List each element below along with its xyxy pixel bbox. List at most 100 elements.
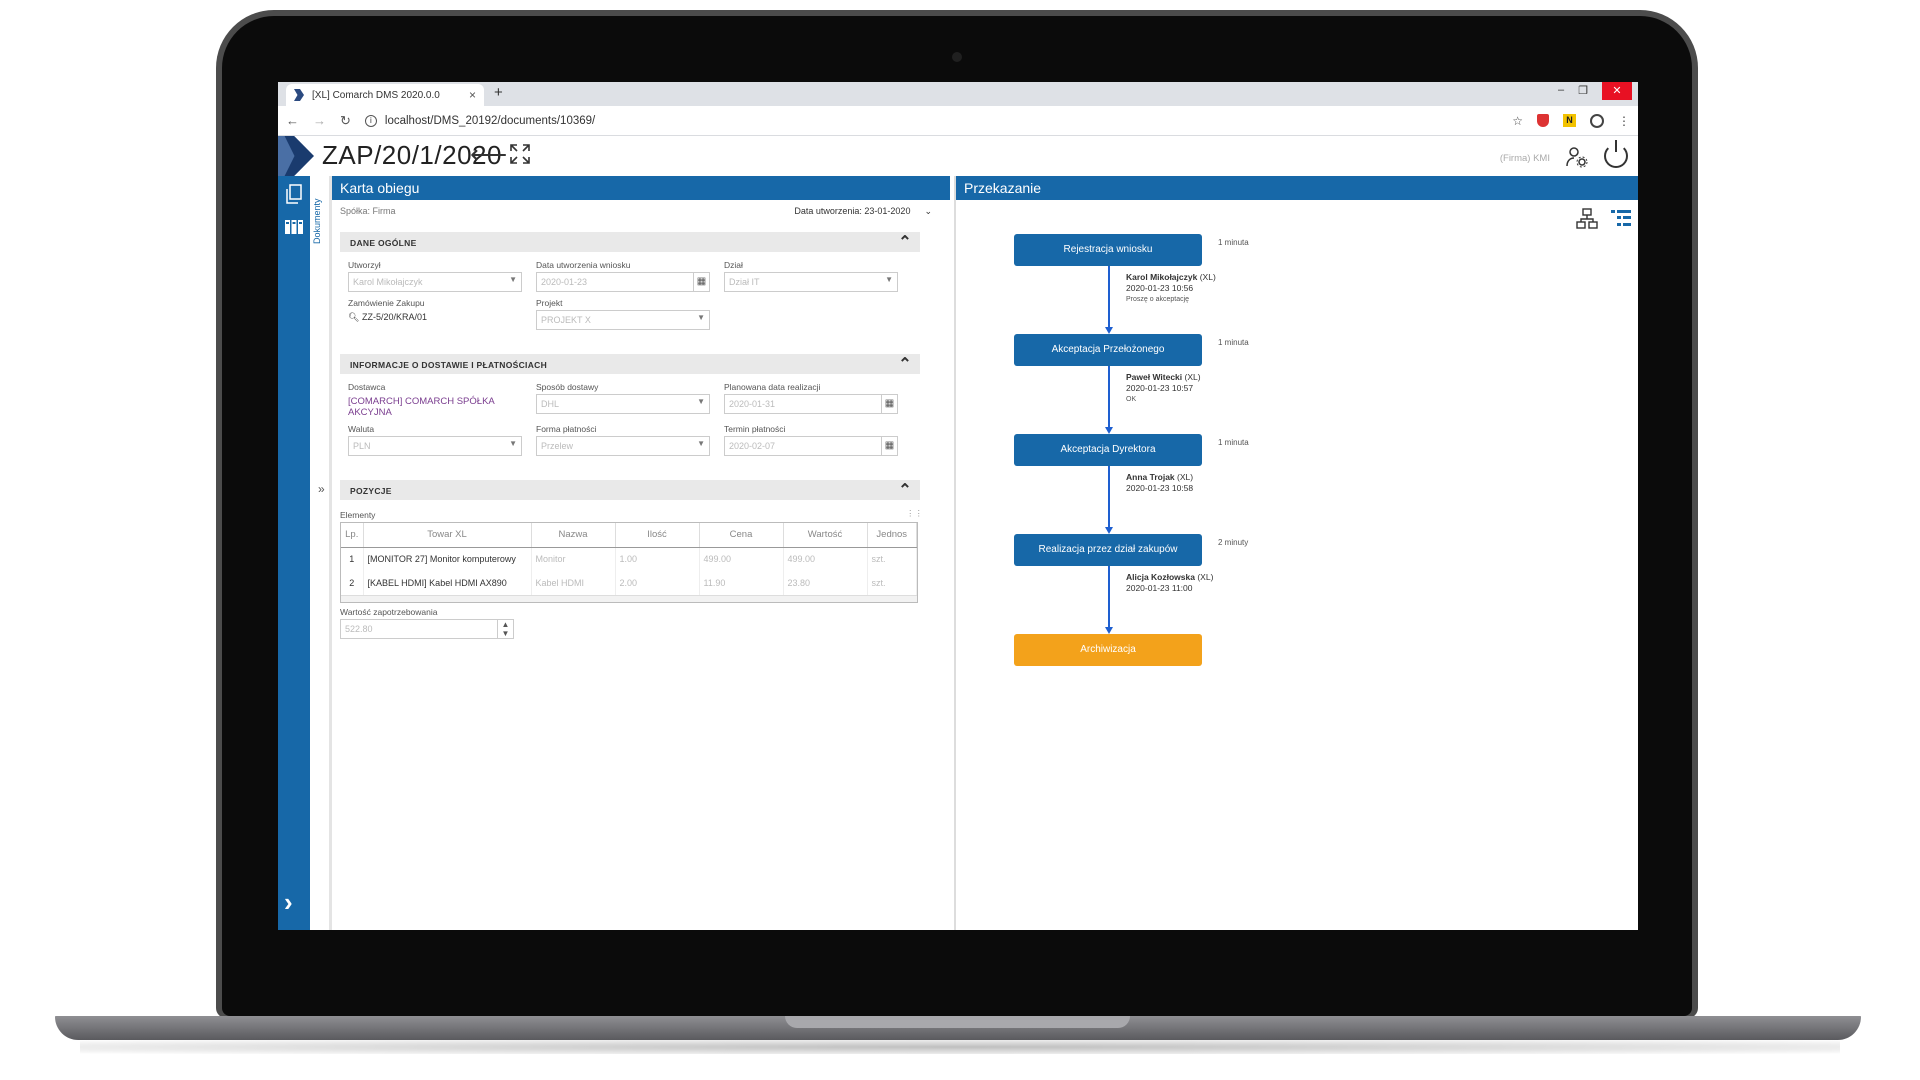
collapse-chevron-icon[interactable]: ⌃ xyxy=(898,354,912,374)
projekt-select[interactable]: PROJEKT X ▼ xyxy=(536,310,710,330)
column-header[interactable]: Jednos xyxy=(867,523,917,548)
dostawca-link[interactable]: [COMARCH] COMARCH SPÓŁKA AKCYJNA xyxy=(348,394,536,418)
dropdown-arrow-icon: ▼ xyxy=(509,439,517,448)
step-rejestracja[interactable]: Rejestracja wniosku xyxy=(1014,234,1202,266)
table-row[interactable]: 2 [KABEL HDMI] Kabel HDMI AX890 Kabel HD… xyxy=(341,571,917,595)
user-settings-icon[interactable] xyxy=(1566,146,1588,168)
data-wniosku-input[interactable]: 2020-01-23 ▦ xyxy=(536,272,710,292)
horizontal-scrollbar[interactable] xyxy=(341,595,917,602)
field-value: 2020-02-07 xyxy=(729,441,776,451)
reload-icon[interactable]: ↻ xyxy=(340,113,351,129)
cell-nazwa[interactable]: Monitor xyxy=(531,547,616,571)
section-header[interactable]: INFORMACJE O DOSTAWIE I PŁATNOŚCIACH ⌃ xyxy=(340,354,920,374)
cell-nazwa[interactable]: Kabel HDMI xyxy=(531,571,616,595)
step-akceptacja-przelozonego[interactable]: Akceptacja Przełożonego xyxy=(1014,334,1202,366)
step-details: Paweł Witecki (XL) 2020-01-23 10:57 OK xyxy=(1126,372,1201,405)
column-header[interactable]: Ilość xyxy=(615,523,700,548)
forma-platnosci-select[interactable]: Przelew ▼ xyxy=(536,436,710,456)
field-label: Waluta xyxy=(348,424,375,434)
camera-icon xyxy=(952,52,962,62)
laptop-notch xyxy=(785,1016,1130,1028)
waluta-select[interactable]: PLN ▼ xyxy=(348,436,522,456)
column-header[interactable]: Wartość xyxy=(783,523,868,548)
sposob-dostawy-select[interactable]: DHL ▼ xyxy=(536,394,710,414)
profile-icon[interactable] xyxy=(1590,113,1604,128)
cell-towar[interactable]: [KABEL HDMI] Kabel HDMI AX890 xyxy=(363,571,532,595)
url-text: localhost/DMS_20192/documents/10369/ xyxy=(384,114,596,127)
calendar-icon[interactable]: ▦ xyxy=(881,437,897,455)
url-field[interactable]: i localhost/DMS_20192/documents/10369/ xyxy=(364,114,1498,127)
vertical-tab-label: Dokumenty xyxy=(312,198,322,244)
field-value: DHL xyxy=(541,399,560,409)
power-icon[interactable] xyxy=(1604,140,1628,168)
cell-ilosc[interactable]: 1.00 xyxy=(615,547,700,571)
cell-cena[interactable]: 11.90 xyxy=(699,571,784,595)
bookmark-star-icon[interactable]: ☆ xyxy=(1512,114,1523,128)
planowana-data-input[interactable]: 2020-01-31 ▦ xyxy=(724,394,898,414)
close-window-icon[interactable]: ✕ xyxy=(1602,82,1632,100)
info-icon[interactable]: i xyxy=(364,114,377,127)
flow-arrow xyxy=(1105,566,1112,634)
cell-cena[interactable]: 499.00 xyxy=(699,547,784,571)
step-realizacja[interactable]: Realizacja przez dział zakupów xyxy=(1014,534,1202,566)
section-dostawa: INFORMACJE O DOSTAWIE I PŁATNOŚCIACH ⌃ D… xyxy=(340,354,920,462)
utworzyl-select[interactable]: Karol Mikołajczyk ▼ xyxy=(348,272,522,292)
n-extension-icon[interactable]: N xyxy=(1563,114,1576,127)
cell-towar[interactable]: [MONITOR 27] Monitor komputerowy xyxy=(363,547,532,571)
zamowienie-link[interactable]: 🔍︎ ZZ-5/20/KRA/01 xyxy=(348,310,536,323)
cell-wartosc[interactable]: 499.00 xyxy=(783,547,868,571)
documents-icon[interactable] xyxy=(286,184,302,204)
back-icon[interactable]: ← xyxy=(286,113,299,128)
field-label: Utworzył xyxy=(348,260,381,270)
browser-tab[interactable]: [XL] Comarch DMS 2020.0.0 × xyxy=(286,84,484,106)
tab-close-icon[interactable]: × xyxy=(469,88,476,102)
collapse-chevron-icon[interactable]: ⌃ xyxy=(898,232,912,252)
column-header[interactable]: Nazwa xyxy=(531,523,616,548)
karta-title: Karta obiegu xyxy=(332,176,950,200)
column-header[interactable]: Cena xyxy=(699,523,784,548)
wartosc-zapotrzebowania-input[interactable]: 522.80 ▲ ▼ xyxy=(340,619,514,639)
stepper-icon[interactable]: ▲ ▼ xyxy=(497,620,513,638)
cell-wartosc[interactable]: 23.80 xyxy=(783,571,868,595)
documents-vertical-tab[interactable]: Dokumenty xyxy=(310,176,330,930)
cell-ilosc[interactable]: 2.00 xyxy=(615,571,700,595)
column-header[interactable]: Lp. xyxy=(341,523,364,548)
column-header[interactable]: Towar XL xyxy=(363,523,532,548)
column-settings-icon[interactable]: ⋮⋮ xyxy=(906,508,923,519)
forward-icon[interactable]: → xyxy=(313,113,326,128)
shield-extension-icon[interactable] xyxy=(1537,114,1549,127)
field-zamowienie: Zamówienie Zakupu 🔍︎ ZZ-5/20/KRA/01 xyxy=(348,298,536,330)
cell-jednostka[interactable]: szt. xyxy=(867,547,917,571)
new-tab-button[interactable]: + xyxy=(494,84,503,101)
step-duration: 2 minuty xyxy=(1218,538,1249,547)
columns-icon[interactable] xyxy=(285,220,303,234)
calendar-icon[interactable]: ▦ xyxy=(693,273,709,291)
menu-dots-icon[interactable]: ⋮ xyxy=(1618,114,1630,128)
step-user-suffix: (XL) xyxy=(1184,372,1201,382)
table-row[interactable]: 1 [MONITOR 27] Monitor komputerowy Monit… xyxy=(341,547,917,571)
step-date: 2020-01-23 10:58 xyxy=(1126,483,1194,493)
step-archiwizacja[interactable]: Archiwizacja xyxy=(1014,634,1202,666)
expand-nav-chevron-icon[interactable]: › xyxy=(284,887,293,918)
step-user-suffix: (XL) xyxy=(1177,472,1194,482)
fullscreen-icon[interactable] xyxy=(510,144,530,164)
field-value: Dział IT xyxy=(729,277,760,287)
cell-jednostka[interactable]: szt. xyxy=(867,571,917,595)
step-akceptacja-dyrektora[interactable]: Akceptacja Dyrektora xyxy=(1014,434,1202,466)
expand-details-icon[interactable]: ⌄ xyxy=(924,206,932,222)
maximize-icon[interactable]: ❐ xyxy=(1578,84,1588,100)
field-label: Data utworzenia wniosku xyxy=(536,260,631,270)
minimize-icon[interactable]: ‒ xyxy=(1558,84,1564,100)
collapse-panel-icon[interactable]: » xyxy=(318,482,325,496)
section-header[interactable]: POZYCJE ⌃ xyxy=(340,480,920,500)
dzial-select[interactable]: Dział IT ▼ xyxy=(724,272,898,292)
collapse-chevron-icon[interactable]: ⌃ xyxy=(898,480,912,500)
dropdown-arrow-icon: ▼ xyxy=(697,313,705,322)
calendar-icon[interactable]: ▦ xyxy=(881,395,897,413)
termin-platnosci-input[interactable]: 2020-02-07 ▦ xyxy=(724,436,898,456)
back-arrow-icon[interactable]: ⟵ xyxy=(470,139,507,170)
step-date: 2020-01-23 11:00 xyxy=(1126,583,1193,593)
laptop-shadow xyxy=(80,1040,1840,1054)
section-header[interactable]: DANE OGÓLNE ⌃ xyxy=(340,232,920,252)
field-value: Karol Mikołajczyk xyxy=(353,277,423,287)
